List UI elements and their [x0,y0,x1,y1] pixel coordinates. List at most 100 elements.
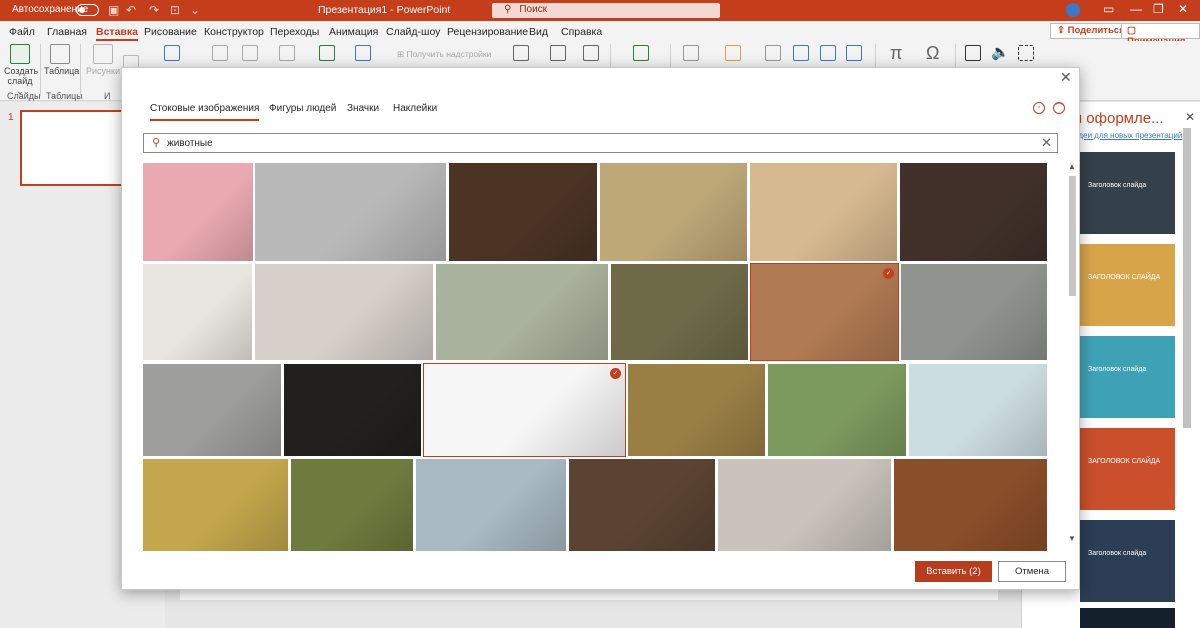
equation-icon[interactable]: π [890,43,902,64]
minimize-icon[interactable]: — [1130,2,1142,16]
stock-image-leopard-dark[interactable] [284,364,421,456]
close-window-icon[interactable]: ✕ [1178,2,1188,16]
stock-image-tigers[interactable] [291,459,413,551]
action-icon[interactable] [583,45,599,61]
design-idea[interactable] [1080,608,1175,628]
tab-stickers[interactable]: Наклейки [393,103,437,114]
tab-design[interactable]: Конструктор [204,26,264,38]
chart-icon[interactable] [355,45,371,61]
zoom-icon[interactable] [513,45,529,61]
tab-view[interactable]: Вид [529,26,548,38]
new-slide-button[interactable]: Создать слайд ⌄ [4,44,38,97]
stock-image-desert-lizard[interactable] [750,163,897,261]
stock-image-cat-yellow-table[interactable] [143,459,288,551]
tab-animations[interactable]: Анимация [329,26,378,38]
audio-icon[interactable]: 🔈 [991,43,1010,61]
date-time-icon[interactable] [793,45,809,61]
stock-image-white-horse[interactable] [255,163,446,261]
stock-image-running-horse-legs[interactable] [718,459,891,551]
tab-insert[interactable]: Вставка [96,26,138,41]
save-icon[interactable]: ▣ [108,3,119,17]
table-button[interactable]: Таблица [44,44,79,76]
stock-image-rabbit-on-pink[interactable] [143,163,253,261]
scrollbar-thumb[interactable] [1069,176,1076,296]
tab-icons[interactable]: Значки [347,103,379,114]
insert-button[interactable]: Вставить (2) [915,561,992,582]
stock-image-horse-rider[interactable] [569,459,715,551]
stock-image-horse-muzzle-dark[interactable] [449,163,597,261]
tab-stock-images[interactable]: Стоковые изображения [150,103,260,121]
close-dialog-icon[interactable]: ✕ [1060,69,1072,86]
design-idea[interactable]: ЗАГОЛОВОК СЛАЙДА [1080,428,1175,510]
tab-home[interactable]: Главная [47,26,87,38]
tab-review[interactable]: Рецензирование [447,26,528,38]
pictures-button[interactable]: Рисунки [86,44,120,76]
stock-image-kitten-on-blanket[interactable] [909,364,1047,456]
design-idea[interactable]: Заголовок слайда [1080,520,1175,602]
design-idea[interactable]: ЗАГОЛОВОК СЛАЙДА [1080,244,1175,326]
search-box[interactable]: ⚲ Поиск [492,3,720,18]
3d-models-icon[interactable] [279,45,295,61]
stock-search-input[interactable]: ⚲ животные ✕ [143,133,1058,153]
shapes-icon[interactable] [212,45,228,61]
comments-button[interactable]: ▢ Примечания [1121,23,1200,47]
icons-icon[interactable] [242,45,258,61]
textbox-icon[interactable] [683,45,699,61]
scroll-down-icon[interactable]: ▼ [1068,534,1076,543]
stock-image-meerkats[interactable] [611,264,748,360]
cancel-button[interactable]: Отмена [998,561,1066,582]
scroll-up-icon[interactable]: ▲ [1068,162,1076,171]
customize-qat-icon[interactable]: ⌄ [190,3,200,17]
stock-image-service-dog[interactable] [894,459,1047,551]
symbol-icon[interactable]: Ω [926,43,939,64]
link-icon[interactable] [550,45,566,61]
video-icon[interactable] [965,45,981,61]
tab-help[interactable]: Справка [561,26,602,38]
object-icon[interactable] [846,45,862,61]
maximize-icon[interactable]: ❐ [1153,2,1164,16]
share-button[interactable]: ⇪ Поделиться [1050,23,1132,39]
header-footer-icon[interactable] [725,45,741,61]
present-icon[interactable]: ⊡ [170,3,180,17]
wordart-icon[interactable] [765,45,781,61]
tab-transitions[interactable]: Переходы [270,26,319,38]
stock-image-black-dog-peeking[interactable]: ✓ [423,363,626,457]
clear-search-icon[interactable]: ✕ [1041,135,1052,151]
scrollbar-thumb[interactable] [1183,128,1191,428]
tab-file[interactable]: Файл [9,26,35,38]
ribbon-display-icon[interactable]: ▭ [1103,2,1114,16]
tab-draw[interactable]: Рисование [144,26,197,38]
dialog-scrollbar[interactable]: ▲ ▼ [1066,162,1078,552]
redo-icon[interactable]: ↷ [149,3,159,17]
stock-image-birds-sky[interactable] [416,459,566,551]
design-pane-scrollbar[interactable] [1181,112,1193,622]
screen-recording-icon[interactable] [1018,45,1034,61]
stock-image-gorilla-face[interactable] [900,163,1047,261]
selected-check-icon: ✓ [883,268,894,279]
smiley-feedback-icon[interactable]: ᵕ [1033,102,1045,114]
stock-image-kitten-in-grass[interactable] [768,364,906,456]
stock-image-fluffy-cat-looking-up[interactable] [255,264,433,360]
smartart-icon[interactable] [319,45,335,61]
tab-slideshow[interactable]: Слайд-шоу [386,26,440,38]
stock-image-cat-behind-car[interactable] [901,264,1047,360]
design-ideas-link[interactable]: идеи для новых презентаций [1074,131,1182,140]
stock-image-llama[interactable]: ✓ [750,263,899,361]
tab-cutout-people[interactable]: Фигуры людей [269,103,336,114]
undo-icon[interactable]: ↶ [126,3,136,17]
stock-image-baby-elephant[interactable] [436,264,608,360]
design-idea[interactable]: Заголовок слайда [1080,336,1175,418]
slide-number-icon[interactable] [820,45,836,61]
autosave-toggle[interactable] [76,4,99,16]
stock-image-elephants-field[interactable] [628,364,765,456]
frown-feedback-icon[interactable]: ⌒ [1053,102,1065,114]
avatar[interactable] [1066,3,1080,17]
comment-icon[interactable] [633,45,649,61]
slide-thumbnail[interactable] [20,110,124,186]
stock-image-gray-cat-profile[interactable] [143,364,281,456]
photo-album-icon[interactable] [164,45,180,61]
stock-image-zebras[interactable] [600,163,747,261]
design-idea[interactable]: Заголовок слайда [1080,152,1175,234]
get-addins-button[interactable]: ⊞ Получить надстройки [397,49,491,60]
stock-image-cat-peeking[interactable] [143,264,252,360]
